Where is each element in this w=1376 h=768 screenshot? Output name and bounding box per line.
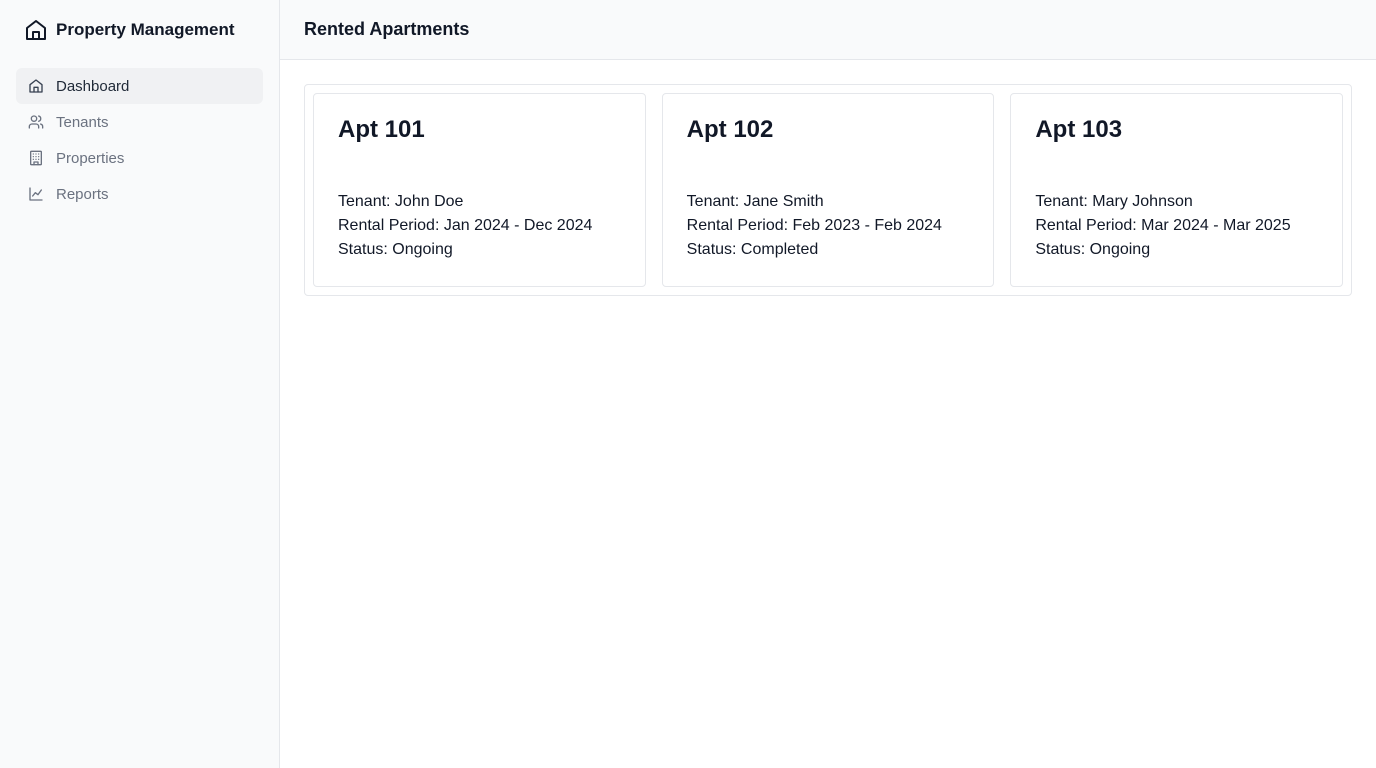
sidebar: Property Management Dashboard Tenants Pr…	[0, 0, 280, 768]
apartment-period: Rental Period: Mar 2024 - Mar 2025	[1035, 217, 1291, 234]
sidebar-item-label: Dashboard	[56, 77, 130, 95]
apartment-period: Rental Period: Jan 2024 - Dec 2024	[338, 217, 593, 234]
apartment-status: Status: Ongoing	[338, 241, 453, 258]
sidebar-item-properties[interactable]: Properties	[16, 140, 263, 176]
home-icon	[28, 78, 44, 94]
app-root: Property Management Dashboard Tenants Pr…	[0, 0, 1376, 768]
apartment-period: Rental Period: Feb 2023 - Feb 2024	[686, 217, 942, 234]
apartment-details: Tenant: Jane Smith Rental Period: Feb 20…	[687, 190, 970, 262]
apartment-status: Status: Completed	[686, 241, 819, 258]
apartments-panel: Apt 101 Tenant: John Doe Rental Period: …	[304, 84, 1352, 296]
apartment-card[interactable]: Apt 101 Tenant: John Doe Rental Period: …	[313, 93, 646, 287]
home-icon	[24, 18, 48, 42]
apartment-details: Tenant: Mary Johnson Rental Period: Mar …	[1035, 190, 1318, 262]
sidebar-item-label: Reports	[56, 185, 109, 203]
sidebar-item-label: Properties	[56, 149, 125, 167]
users-icon	[28, 114, 44, 130]
apartment-tenant: Tenant: Jane Smith	[686, 193, 824, 210]
sidebar-item-dashboard[interactable]: Dashboard	[16, 68, 263, 104]
apartment-name: Apt 102	[686, 116, 774, 143]
brand-title: Property Management	[56, 20, 235, 39]
sidebar-nav: Dashboard Tenants Properties Reports	[16, 68, 263, 212]
apartment-name: Apt 101	[338, 116, 425, 143]
apartment-tenant: Tenant: Mary Johnson	[1035, 193, 1193, 210]
apartment-tenant: Tenant: John Doe	[338, 193, 464, 210]
apartment-card[interactable]: Apt 103 Tenant: Mary Johnson Rental Peri…	[1010, 93, 1344, 287]
apartment-status: Status: Ongoing	[1035, 241, 1151, 258]
content: Apt 101 Tenant: John Doe Rental Period: …	[280, 60, 1376, 320]
page-header: Rented Apartments	[280, 0, 1376, 60]
line-chart-icon	[28, 186, 44, 202]
brand: Property Management	[16, 16, 263, 44]
sidebar-item-label: Tenants	[56, 113, 109, 131]
main-area: Rented Apartments Apt 101 Tenant: John D…	[280, 0, 1376, 768]
apartment-card[interactable]: Apt 102 Tenant: Jane Smith Rental Period…	[661, 93, 995, 287]
sidebar-item-tenants[interactable]: Tenants	[16, 104, 263, 140]
page-title: Rented Apartments	[304, 19, 470, 39]
apartment-details: Tenant: John Doe Rental Period: Jan 2024…	[338, 190, 621, 262]
apartment-name: Apt 103	[1035, 116, 1123, 143]
building-icon	[28, 150, 44, 166]
sidebar-item-reports[interactable]: Reports	[16, 176, 263, 212]
